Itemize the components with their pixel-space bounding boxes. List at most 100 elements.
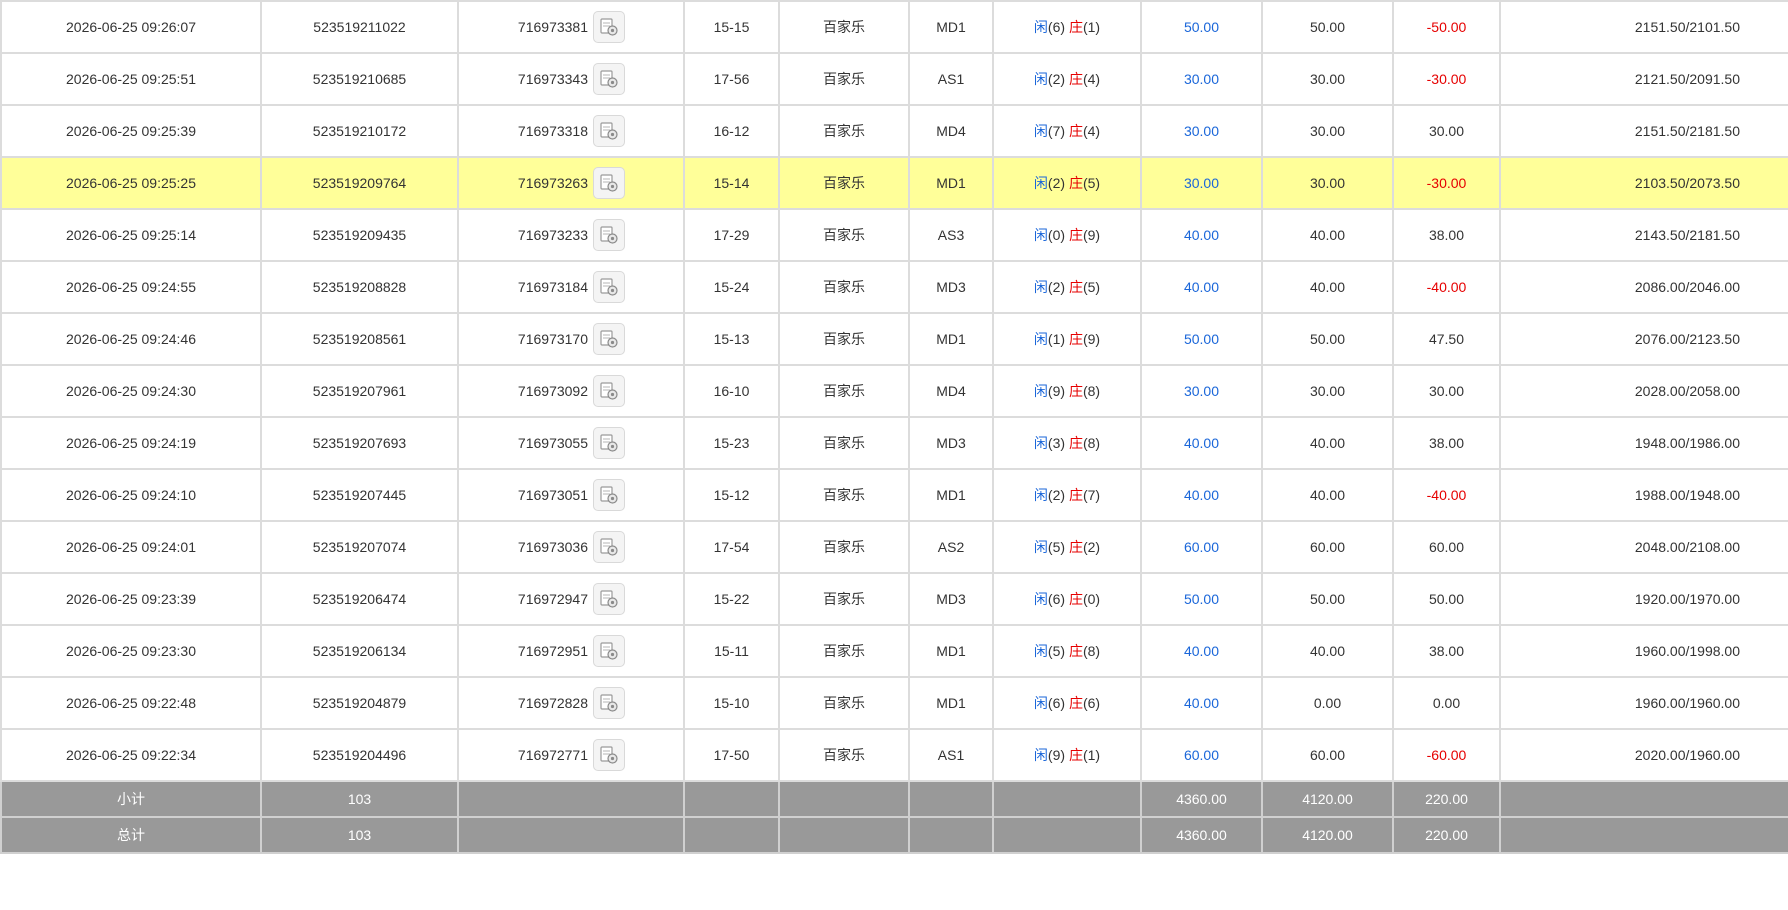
game-id-text: 716972951 (517, 643, 588, 659)
bet-amount-cell: 40.00 (1140, 624, 1263, 678)
win-loss-cell: 0.00 (1392, 676, 1501, 730)
bet-records-table: 2026-06-25 09:26:07 523519211022 716973381… (0, 0, 1788, 854)
table-type-cell: MD3 (908, 416, 994, 470)
game-record-icon[interactable] (593, 167, 625, 199)
banker-points: (2) (1082, 539, 1101, 555)
banker-label: 庄 (1068, 175, 1083, 191)
game-id-cell: 716973092 (457, 364, 685, 418)
game-record-icon[interactable] (593, 583, 625, 615)
summary-label: 小计 (0, 780, 262, 818)
table-type-cell: MD1 (908, 156, 994, 210)
game-name-cell: 百家乐 (778, 728, 910, 782)
valid-bet-cell: 30.00 (1261, 364, 1394, 418)
bet-time-cell: 2026-06-25 09:22:34 (0, 728, 262, 782)
result-cell: 闲(5) 庄(8) (992, 624, 1142, 678)
bet-id-cell: 523519207074 (260, 520, 459, 574)
game-id-cell: 716973036 (457, 520, 685, 574)
player-points: (3) (1047, 435, 1066, 451)
bet-amount-cell: 40.00 (1140, 260, 1263, 314)
banker-points: (1) (1082, 19, 1101, 35)
balance-cell: 2121.50/2091.50 (1499, 52, 1788, 106)
bet-time-cell: 2026-06-25 09:25:14 (0, 208, 262, 262)
game-record-icon[interactable] (593, 687, 625, 719)
player-label: 闲 (1033, 643, 1048, 659)
bet-time-cell: 2026-06-25 09:24:30 (0, 364, 262, 418)
table-type-cell: AS1 (908, 52, 994, 106)
game-name-cell: 百家乐 (778, 364, 910, 418)
game-name-cell: 百家乐 (778, 52, 910, 106)
bet-time-cell: 2026-06-25 09:25:39 (0, 104, 262, 158)
game-id-text: 716973343 (517, 71, 588, 87)
valid-bet-cell: 60.00 (1261, 728, 1394, 782)
game-id-cell: 716973381 (457, 0, 685, 54)
game-name-cell: 百家乐 (778, 572, 910, 626)
summary-empty (992, 780, 1142, 818)
game-record-icon[interactable] (593, 635, 625, 667)
game-record-icon[interactable] (593, 271, 625, 303)
result-cell: 闲(5) 庄(2) (992, 520, 1142, 574)
game-record-icon[interactable] (593, 531, 625, 563)
table-row: 2026-06-25 09:23:39 523519206474 716972947… (0, 572, 1788, 626)
win-loss-cell: -60.00 (1392, 728, 1501, 782)
balance-cell: 1960.00/1998.00 (1499, 624, 1788, 678)
game-record-icon[interactable] (593, 479, 625, 511)
bet-amount-cell: 30.00 (1140, 156, 1263, 210)
table-type-cell: MD3 (908, 260, 994, 314)
valid-bet-cell: 60.00 (1261, 520, 1394, 574)
table-type-cell: AS3 (908, 208, 994, 262)
player-label: 闲 (1033, 227, 1048, 243)
banker-points: (8) (1082, 643, 1101, 659)
player-label: 闲 (1033, 279, 1048, 295)
game-name-cell: 百家乐 (778, 260, 910, 314)
player-label: 闲 (1033, 591, 1048, 607)
player-label: 闲 (1033, 19, 1048, 35)
table-body: 2026-06-25 09:26:07 523519211022 716973381… (0, 0, 1788, 854)
banker-points: (5) (1082, 175, 1101, 191)
table-no-cell: 17-54 (683, 520, 780, 574)
game-record-icon[interactable] (593, 323, 625, 355)
summary-win-total: 220.00 (1392, 816, 1501, 854)
game-id-cell: 716973343 (457, 52, 685, 106)
banker-points: (7) (1082, 487, 1101, 503)
table-no-cell: 15-15 (683, 0, 780, 54)
win-loss-cell: 38.00 (1392, 208, 1501, 262)
balance-cell: 2028.00/2058.00 (1499, 364, 1788, 418)
result-cell: 闲(6) 庄(0) (992, 572, 1142, 626)
game-record-icon[interactable] (593, 375, 625, 407)
summary-empty (992, 816, 1142, 854)
result-cell: 闲(2) 庄(4) (992, 52, 1142, 106)
game-record-icon[interactable] (593, 11, 625, 43)
bet-time-cell: 2026-06-25 09:22:48 (0, 676, 262, 730)
banker-label: 庄 (1068, 747, 1083, 763)
player-points: (2) (1047, 175, 1066, 191)
game-record-icon[interactable] (593, 63, 625, 95)
game-name-cell: 百家乐 (778, 208, 910, 262)
result-cell: 闲(0) 庄(9) (992, 208, 1142, 262)
table-row: 2026-06-25 09:24:55 523519208828 716973184… (0, 260, 1788, 314)
game-record-icon[interactable] (593, 219, 625, 251)
game-record-icon[interactable] (593, 427, 625, 459)
result-cell: 闲(1) 庄(9) (992, 312, 1142, 366)
bet-time-cell: 2026-06-25 09:23:30 (0, 624, 262, 678)
win-loss-cell: 60.00 (1392, 520, 1501, 574)
banker-points: (6) (1082, 695, 1101, 711)
win-loss-cell: -30.00 (1392, 156, 1501, 210)
table-row: 2026-06-25 09:25:25 523519209764 716973263… (0, 156, 1788, 210)
player-points: (2) (1047, 71, 1066, 87)
game-name-cell: 百家乐 (778, 624, 910, 678)
bet-amount-cell: 50.00 (1140, 572, 1263, 626)
bet-amount-cell: 40.00 (1140, 208, 1263, 262)
game-id-text: 716973055 (517, 435, 588, 451)
game-name-cell: 百家乐 (778, 468, 910, 522)
valid-bet-cell: 30.00 (1261, 52, 1394, 106)
player-points: (9) (1047, 747, 1066, 763)
game-record-icon[interactable] (593, 739, 625, 771)
summary-empty (683, 816, 780, 854)
table-no-cell: 17-29 (683, 208, 780, 262)
banker-label: 庄 (1068, 71, 1083, 87)
summary-empty (683, 780, 780, 818)
game-record-icon[interactable] (593, 115, 625, 147)
balance-cell: 1920.00/1970.00 (1499, 572, 1788, 626)
player-points: (6) (1047, 695, 1066, 711)
game-id-cell: 716973055 (457, 416, 685, 470)
